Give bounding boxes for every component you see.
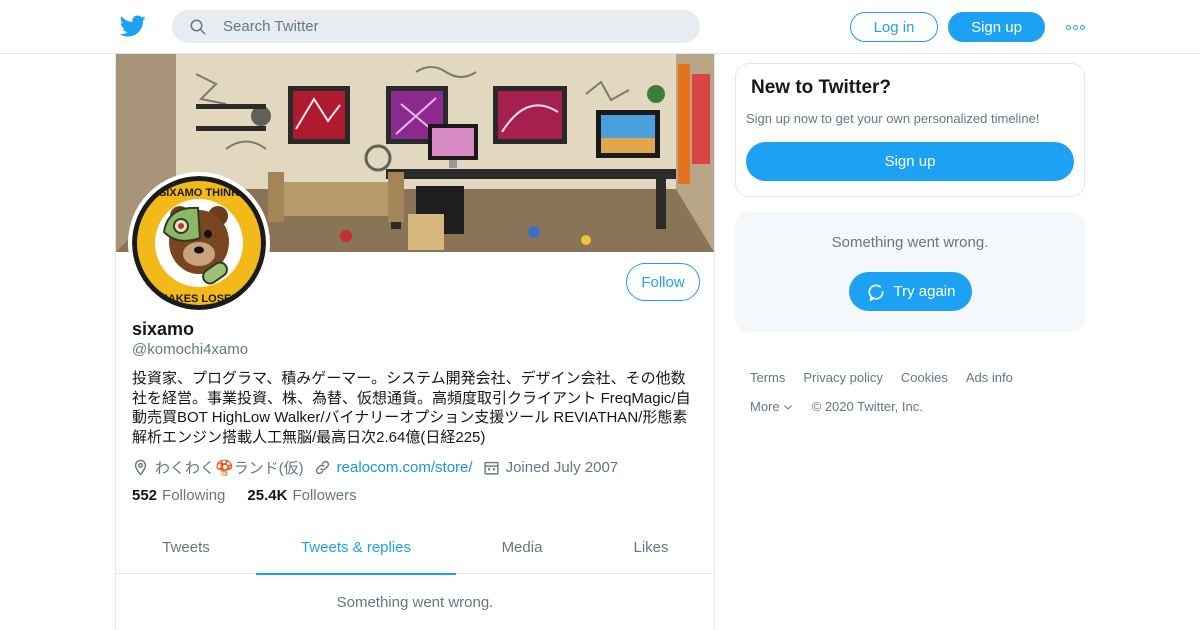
following-stat[interactable]: 552 Following: [132, 487, 225, 504]
dot: [1065, 24, 1071, 30]
twitter-bird-logo-icon[interactable]: [120, 13, 146, 39]
followers-stat[interactable]: 25.4K Followers: [247, 487, 356, 504]
dot: [1079, 24, 1085, 30]
refresh-icon: [868, 284, 884, 301]
profile-display-name: sixamo: [132, 319, 195, 339]
tab-likes[interactable]: Likes: [588, 520, 714, 574]
link-icon: [315, 460, 329, 474]
try-again-button[interactable]: Try again: [849, 272, 972, 311]
new-to-twitter-card: New to Twitter? Sign up now to get your …: [735, 63, 1085, 197]
signup-button[interactable]: Sign up: [948, 12, 1045, 42]
top-navigation-bar: Log in Sign up: [0, 0, 1200, 54]
footer-more-menu[interactable]: More: [750, 392, 794, 421]
followers-count: 25.4K: [247, 487, 288, 504]
footer-more-label: More: [750, 399, 780, 414]
calendar-icon: [483, 461, 499, 475]
footer-link-cookies[interactable]: Cookies: [901, 363, 948, 392]
profile-column: SIXAMO THINK MAKES LOSER Follow sixamo @…: [115, 54, 715, 630]
login-button[interactable]: Log in: [850, 12, 938, 42]
search-icon: [190, 19, 206, 34]
signup-card-button[interactable]: Sign up: [746, 142, 1074, 181]
tab-tweets-and-replies[interactable]: Tweets & replies: [256, 520, 456, 575]
footer-link-ads-info[interactable]: Ads info: [966, 363, 1013, 392]
following-label: Following: [162, 487, 226, 504]
profile-tabs: Tweets Tweets & replies Media Likes: [116, 520, 714, 575]
followers-label: Followers: [292, 487, 357, 504]
sidebar-error-message: Something went wrong.: [831, 234, 989, 251]
avatar-badge-top-text: SIXAMO THINK: [159, 187, 239, 199]
location-text: わくわく🍄ランド(仮): [155, 459, 304, 477]
location-pin-icon: [134, 459, 147, 476]
profile-joined: Joined July 2007: [483, 458, 619, 476]
profile-handle: @komochi4xamo: [132, 341, 249, 358]
sidebar-error-card: Something went wrong. Try again: [735, 212, 1085, 332]
footer-links: Terms Privacy policy Cookies Ads info Mo…: [750, 363, 1080, 421]
profile-website[interactable]: realocom.com/store/: [314, 459, 473, 476]
search-input[interactable]: [223, 18, 683, 35]
tab-media[interactable]: Media: [456, 520, 588, 574]
new-to-twitter-title: New to Twitter?: [751, 77, 892, 98]
profile-meta: わくわく🍄ランド(仮) realocom.com/store/ Joined J…: [132, 456, 702, 478]
follow-button[interactable]: Follow: [626, 263, 700, 301]
timeline-error-message: Something went wrong.: [336, 594, 494, 611]
footer-copyright: © 2020 Twitter, Inc.: [811, 399, 923, 414]
search-bar[interactable]: [172, 10, 700, 43]
follow-stats: 552 Following 25.4K Followers: [132, 487, 379, 504]
joined-date-text: Joined July 2007: [505, 458, 619, 476]
profile-location: わくわく🍄ランド(仮): [132, 457, 304, 478]
footer-link-terms[interactable]: Terms: [750, 363, 785, 392]
new-to-twitter-subtitle: Sign up now to get your own personalized…: [746, 111, 1040, 126]
website-link[interactable]: realocom.com/store/: [337, 459, 473, 476]
tab-tweets[interactable]: Tweets: [116, 520, 256, 574]
chevron-down-icon: [783, 404, 792, 410]
try-again-label: Try again: [893, 283, 956, 300]
more-options-icon[interactable]: [1063, 17, 1087, 37]
profile-avatar[interactable]: SIXAMO THINK MAKES LOSER: [128, 172, 270, 314]
footer-link-privacy-policy[interactable]: Privacy policy: [803, 363, 882, 392]
profile-bio: 投資家、プログラマ、積みゲーマー。システム開発会社、デザイン会社、その他数社を経…: [132, 370, 691, 446]
avatar-badge-bottom-text: MAKES LOSER: [159, 293, 240, 305]
following-count: 552: [132, 487, 158, 504]
dot: [1072, 24, 1078, 30]
